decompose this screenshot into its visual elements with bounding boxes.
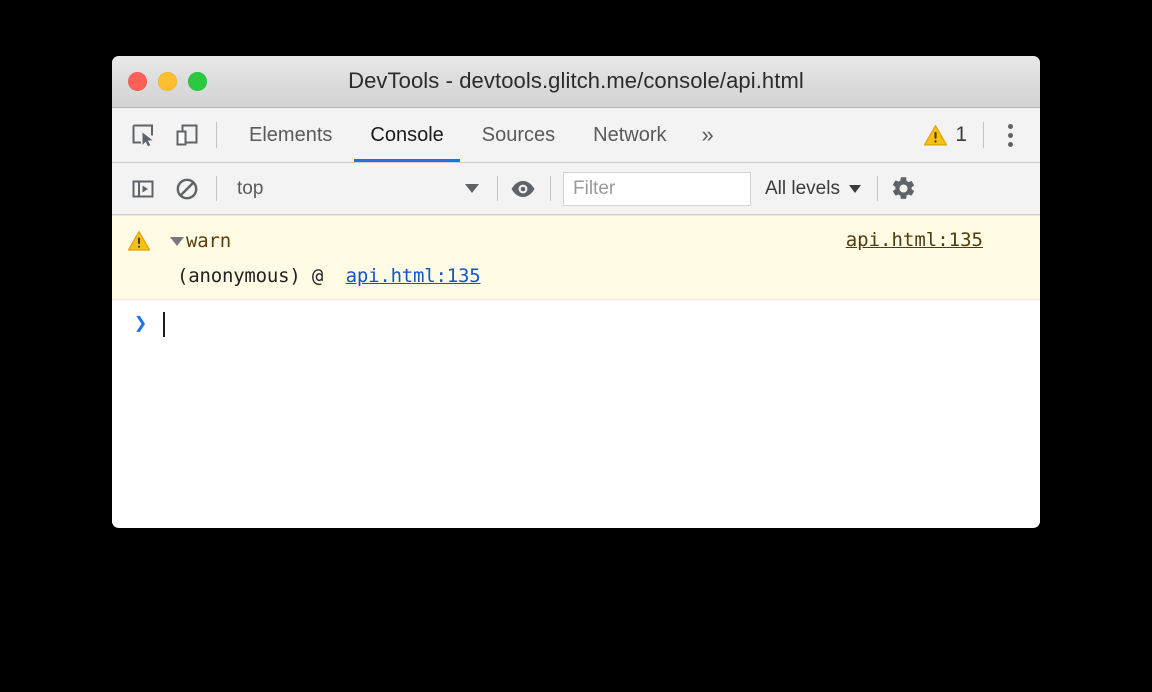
window-title: DevTools - devtools.glitch.me/console/ap… [348,68,804,93]
console-filter-placeholder: Filter [573,177,616,199]
device-toolbar-icon [176,124,198,146]
console-message-text: warn [186,230,231,252]
devtools-settings-button[interactable] [889,174,919,204]
console-stack-frame: (anonymous) @ api.html:135 [112,265,1040,287]
console-message-source-link[interactable]: api.html:135 [846,229,983,251]
warning-count-badge[interactable]: 1 [913,123,977,148]
chevron-down-icon [848,184,861,193]
warning-triangle-icon [924,124,948,145]
tabstrip-right-group: 1 [913,108,1040,162]
execution-context-selector[interactable]: top [229,173,489,205]
screen-root: DevTools - devtools.glitch.me/console/ap… [0,0,1152,692]
kebab-dot-2 [1007,132,1013,138]
log-level-value: All levels [765,177,840,199]
console-toolbar-divider-2 [497,176,498,201]
minimize-window-button[interactable] [158,72,177,91]
panel-tabs: Elements Console Sources Network » [230,108,913,162]
tab-console-label: Console [370,123,444,146]
console-sidebar-toggle-button[interactable] [128,174,158,204]
tab-elements-label: Elements [249,123,333,146]
tab-network-label: Network [593,123,667,146]
clear-console-button[interactable] [172,174,202,204]
maximize-window-button[interactable] [188,72,207,91]
tabstrip-tool-icons [112,108,202,162]
tabstrip-right-divider [983,122,984,148]
console-prompt-chevron-icon: ❯ [134,311,148,336]
console-toolbar: top Filter All levels [112,163,1040,215]
window-titlebar: DevTools - devtools.glitch.me/console/ap… [112,56,1040,108]
kebab-dot-1 [1007,123,1013,129]
inspect-element-button[interactable] [128,120,158,150]
traffic-light-group [128,72,207,91]
console-filter-input[interactable]: Filter [563,171,751,206]
more-tabs-button[interactable]: » [686,108,730,162]
tabstrip-divider [216,122,217,148]
tab-sources[interactable]: Sources [463,108,574,162]
console-message-warning[interactable]: warn api.html:135 (anonymous) @ api.html… [112,215,1040,300]
tab-network[interactable]: Network [574,108,685,162]
stack-frame-link[interactable]: api.html:135 [346,265,481,287]
console-text-caret [163,311,166,337]
log-level-selector[interactable]: All levels [751,178,875,200]
stack-frame-name: (anonymous) @ [177,265,324,287]
devtools-tabstrip: Elements Console Sources Network » 1 [112,108,1040,163]
create-live-expression-button[interactable] [508,174,538,204]
close-window-button[interactable] [128,72,147,91]
warning-triangle-icon [127,231,151,251]
console-prompt-row[interactable]: ❯ [112,300,1040,344]
kebab-dot-3 [1007,141,1013,147]
console-toolbar-divider-1 [216,176,217,201]
settings-gear-icon [893,177,915,199]
inspect-element-icon [132,124,153,147]
devtools-main-menu-button[interactable] [994,119,1026,151]
chevron-double-right-icon: » [701,122,714,147]
tab-elements[interactable]: Elements [230,108,351,162]
console-toolbar-divider-4 [876,176,878,201]
device-toolbar-button[interactable] [172,120,202,150]
console-sidebar-icon [132,180,154,197]
live-expression-eye-icon [511,180,535,197]
execution-context-value: top [237,177,264,199]
console-message-area[interactable]: warn api.html:135 (anonymous) @ api.html… [112,215,1040,527]
warning-count-value: 1 [955,123,967,146]
chevron-down-icon [465,184,479,193]
console-message-header: warn api.html:135 [112,226,1040,256]
tab-console[interactable]: Console [351,108,462,162]
devtools-window: DevTools - devtools.glitch.me/console/ap… [112,56,1040,528]
expand-stack-trace-toggle[interactable] [170,236,184,246]
clear-console-icon [176,178,198,199]
console-toolbar-divider-3 [550,176,551,201]
tab-sources-label: Sources [481,123,556,146]
